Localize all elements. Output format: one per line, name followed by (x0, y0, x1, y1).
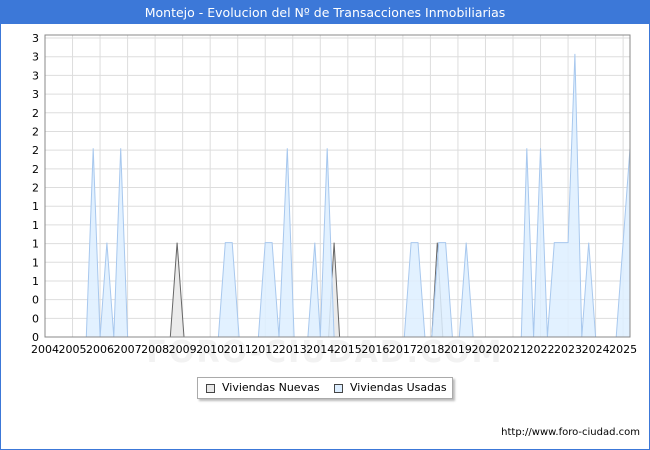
footer-url: http://www.foro-ciudad.com (501, 427, 640, 438)
y-tick-label: 1 (32, 275, 39, 288)
x-tick-label: 2014 (306, 343, 334, 356)
x-tick-label: 2007 (114, 343, 142, 356)
x-tick-label: 2016 (361, 343, 389, 356)
x-tick-label: 2008 (141, 343, 169, 356)
y-tick-label: 1 (32, 200, 39, 213)
legend-label-nuevas: Viviendas Nuevas (222, 381, 320, 394)
x-tick-label: 2005 (59, 343, 87, 356)
x-tick-label: 2013 (279, 343, 307, 356)
y-tick-label: 2 (32, 144, 39, 157)
x-tick-label: 2015 (334, 343, 362, 356)
legend-swatch-nuevas (206, 384, 215, 393)
y-tick-label: 3 (32, 32, 39, 45)
y-tick-label: 0 (32, 294, 39, 307)
x-tick-label: 2011 (224, 343, 252, 356)
y-tick-label: 2 (32, 182, 39, 195)
x-tick-label: 2021 (499, 343, 527, 356)
x-tick-label: 2006 (86, 343, 114, 356)
legend-label-usadas: Viviendas Usadas (350, 381, 447, 394)
x-tick-label: 2022 (527, 343, 555, 356)
legend-swatch-usadas (334, 384, 343, 393)
x-tick-label: 2018 (416, 343, 444, 356)
x-tick-label: 2025 (609, 343, 637, 356)
x-tick-label: 2019 (444, 343, 472, 356)
chart-legend: Viviendas Nuevas Viviendas Usadas (197, 377, 453, 399)
x-tick-label: 2023 (554, 343, 582, 356)
y-tick-label: 2 (32, 163, 39, 176)
x-tick-label: 2012 (251, 343, 279, 356)
x-tick-label: 2010 (196, 343, 224, 356)
y-tick-label: 3 (32, 51, 39, 64)
y-tick-label: 1 (32, 238, 39, 251)
y-tick-label: 1 (32, 219, 39, 232)
x-tick-label: 2004 (31, 343, 59, 356)
y-tick-label: 3 (32, 88, 39, 101)
y-tick-label: 2 (32, 125, 39, 138)
y-tick-label: 3 (32, 69, 39, 82)
y-tick-label: 1 (32, 256, 39, 269)
x-tick-label: 2020 (471, 343, 499, 356)
x-tick-label: 2009 (169, 343, 197, 356)
y-tick-label: 0 (32, 312, 39, 325)
y-tick-label: 2 (32, 107, 39, 120)
x-tick-label: 2024 (582, 343, 610, 356)
x-tick-label: 2017 (389, 343, 417, 356)
